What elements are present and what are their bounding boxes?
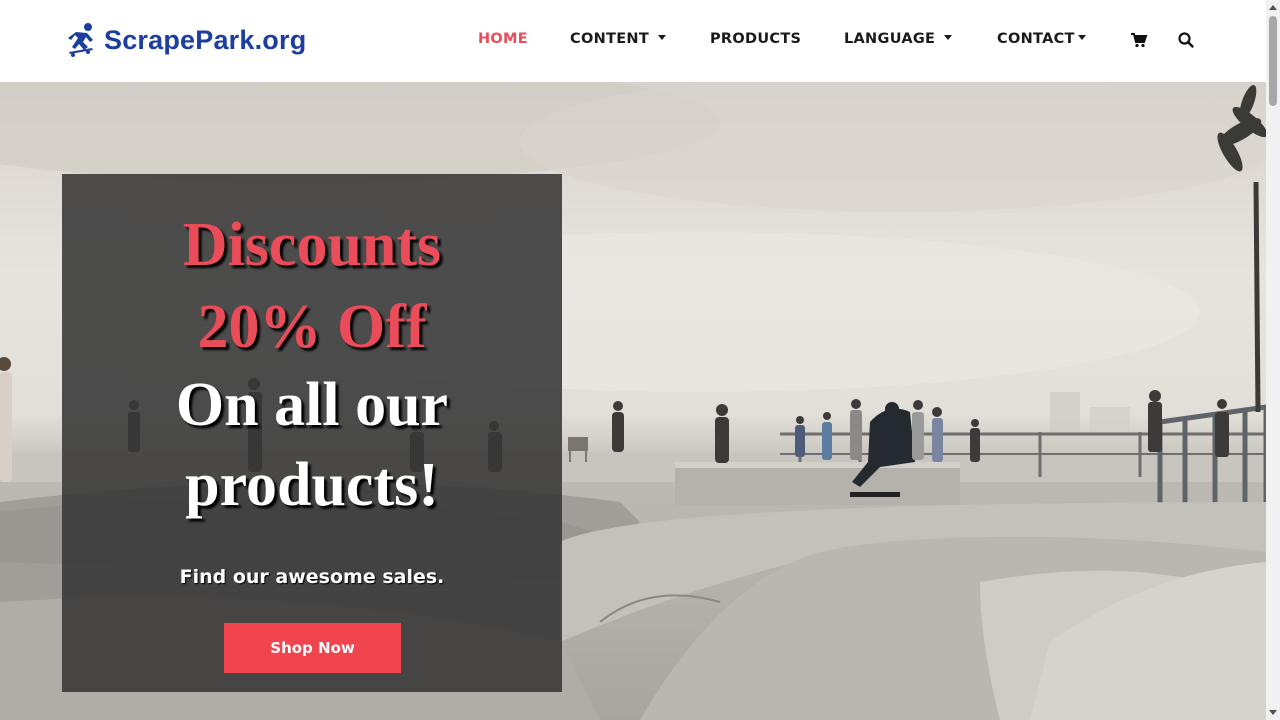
promo-headline-discounts: Discounts <box>182 211 442 279</box>
nav-contact[interactable]: CONTACT <box>997 31 1086 47</box>
scroll-up-arrow-icon[interactable] <box>1269 5 1277 10</box>
chevron-down-icon <box>1077 34 1086 40</box>
nav-language-label: LANGUAGE <box>844 31 936 47</box>
promo-headline-products: products! <box>185 451 439 519</box>
nav-language[interactable]: LANGUAGE <box>844 31 953 47</box>
scroll-down-arrow-icon[interactable] <box>1269 710 1277 715</box>
nav-products-label: PRODUCTS <box>710 31 802 47</box>
navbar: ScrapePark.org HOME CONTENT PRODUCTS LAN… <box>0 0 1266 82</box>
chevron-down-icon <box>658 34 667 40</box>
scrollbar-thumb[interactable] <box>1269 16 1277 106</box>
chevron-down-icon <box>944 34 953 40</box>
nav-content-label: CONTENT <box>570 31 650 47</box>
shop-now-button[interactable]: Shop Now <box>224 623 401 673</box>
brand-logo-link[interactable]: ScrapePark.org <box>66 22 306 58</box>
promo-headline-on-all: On all our <box>175 371 449 439</box>
promo-box: Discounts 20% Off On all our products! F… <box>62 174 562 692</box>
nav-contact-label: CONTACT <box>997 31 1075 47</box>
search-icon[interactable] <box>1177 31 1195 49</box>
hero-banner: Discounts 20% Off On all our products! F… <box>0 82 1266 720</box>
page-scrollbar[interactable] <box>1266 0 1280 720</box>
cart-icon[interactable] <box>1130 31 1148 49</box>
promo-headline-percent: 20% Off <box>197 293 427 361</box>
nav-home[interactable]: HOME <box>478 31 528 47</box>
promo-subtitle: Find our awesome sales. <box>179 566 445 588</box>
nav-products[interactable]: PRODUCTS <box>710 31 801 47</box>
skater-logo-icon <box>66 22 100 58</box>
brand-name: ScrapePark.org <box>104 24 307 55</box>
nav-home-label: HOME <box>478 31 528 47</box>
nav-content[interactable]: CONTENT <box>570 31 667 47</box>
